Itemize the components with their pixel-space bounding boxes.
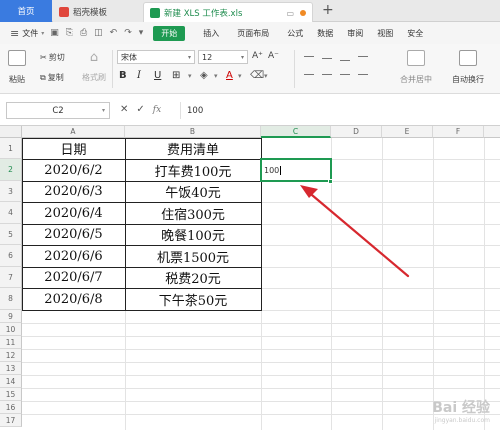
merge-center-button[interactable]: 合并居中 <box>400 50 432 85</box>
name-box-value: C2 <box>52 105 64 116</box>
menu-bar: ≡ 文件 ▾ ▣ ⎘ ⎙ ◫ ↶ ↷ ▾ 开始 插入 页面布局 公式 数据 审阅… <box>0 22 500 44</box>
print-icon[interactable]: ⎙ <box>80 28 87 38</box>
spreadsheet-grid[interactable]: A B C D E F 1 2 3 4 5 6 7 8 9 10 11 12 1… <box>0 126 500 430</box>
templates-icon <box>59 7 69 17</box>
eraser-icon[interactable]: ⌫ <box>250 70 264 81</box>
copy-label: 复制 <box>47 73 64 82</box>
preview-icon[interactable]: ◫ <box>94 28 103 38</box>
shrink-font-icon[interactable]: A⁻ <box>268 51 279 61</box>
align-center-icon[interactable] <box>322 74 332 75</box>
function-icon[interactable]: fx <box>153 105 161 115</box>
quick-access-toolbar: ▣ ⎘ ⎙ ◫ ↶ ↷ ▾ <box>50 28 143 38</box>
save-icon[interactable]: ▣ <box>50 28 59 38</box>
confirm-icon[interactable]: ✓ <box>136 104 144 115</box>
grow-font-icon[interactable]: A⁺ <box>252 51 263 61</box>
font-size-select[interactable]: 12 ▾ <box>198 50 248 64</box>
italic-button[interactable]: I <box>137 70 141 81</box>
tab-templates[interactable]: 稻壳模板 <box>53 2 143 22</box>
align-bottom-icon[interactable] <box>340 60 350 61</box>
wrap-label: 自动换行 <box>452 75 484 84</box>
align-right-icon[interactable] <box>340 74 350 75</box>
orientation-icon[interactable] <box>358 56 368 57</box>
tab-data[interactable]: 数据 <box>317 28 333 39</box>
format-painter-label: 格式刷 <box>82 73 106 82</box>
spreadsheet-icon <box>150 8 160 18</box>
divider <box>112 50 113 88</box>
chevron-down-icon[interactable]: ▾ <box>238 72 242 80</box>
watermark-logo: Bai 经验 jingyan.baidu.com <box>432 397 490 424</box>
fill-color-icon[interactable]: ◈ <box>200 70 208 81</box>
chevron-down-icon[interactable]: ▾ <box>188 72 192 80</box>
font-size-value: 12 <box>202 52 213 62</box>
tab-insert[interactable]: 插入 <box>203 28 219 39</box>
tab-page-layout[interactable]: 页面布局 <box>237 28 269 39</box>
unsaved-dot-icon <box>300 10 306 16</box>
tab-start[interactable]: 开始 <box>153 25 186 41</box>
merge-icon <box>407 50 425 66</box>
tab-security[interactable]: 安全 <box>407 28 423 39</box>
tab-document-label: 新建 XLS 工作表.xls <box>164 9 243 19</box>
copy-icon: ⧉ <box>40 72 46 82</box>
underline-button[interactable]: U <box>154 70 161 81</box>
watermark-text: Bai 经验 <box>432 400 490 416</box>
new-tab-button[interactable]: + <box>322 2 334 18</box>
ribbon-toolbar: 粘贴 ✂ 剪切 ⧉ 复制 ⌂ 格式刷 宋体 ▾ 12 ▾ A⁺ A⁻ B I U… <box>0 44 500 94</box>
bold-button[interactable]: B <box>119 70 127 81</box>
tab-bar: 首页 稻壳模板 新建 XLS 工作表.xls ▭ + <box>0 0 500 23</box>
tab-templates-label: 稻壳模板 <box>73 8 108 18</box>
font-color-icon[interactable]: A <box>226 70 233 81</box>
justify-icon[interactable] <box>358 74 368 75</box>
divider <box>294 50 295 88</box>
file-menu[interactable]: ≡ 文件 ▾ <box>10 27 44 40</box>
font-family-select[interactable]: 宋体 ▾ <box>117 50 195 64</box>
formula-bar: C2 ▾ ✕ ✓ fx 100 <box>0 94 500 126</box>
align-middle-icon[interactable] <box>322 58 332 59</box>
font-family-value: 宋体 <box>121 52 137 62</box>
tab-document[interactable]: 新建 XLS 工作表.xls ▭ <box>143 2 313 23</box>
redo-icon[interactable]: ↷ <box>124 28 132 38</box>
brush-icon: ⌂ <box>89 50 99 65</box>
chevron-down-icon: ▾ <box>240 53 244 61</box>
tab-home[interactable]: 首页 <box>0 0 52 22</box>
clipboard-icon <box>8 50 26 66</box>
scissors-icon: ✂ <box>40 53 47 62</box>
merge-label: 合并居中 <box>400 75 432 84</box>
borders-icon[interactable]: ⊞ <box>172 70 180 81</box>
cancel-icon[interactable]: ✕ <box>120 104 128 115</box>
formula-input[interactable]: 100 <box>180 102 496 119</box>
export-icon[interactable]: ⎘ <box>66 28 73 38</box>
watermark-url: jingyan.baidu.com <box>434 417 490 424</box>
align-top-icon[interactable] <box>304 56 314 57</box>
align-left-icon[interactable] <box>304 74 314 75</box>
chevron-down-icon[interactable]: ▾ <box>264 72 268 80</box>
copy-button[interactable]: ⧉ 复制 <box>40 72 64 83</box>
annotation-arrow <box>300 185 410 278</box>
monitor-icon[interactable]: ▭ <box>286 9 294 18</box>
file-menu-label: 文件 <box>22 28 39 38</box>
name-box[interactable]: C2 ▾ <box>6 102 110 119</box>
wrap-icon <box>459 50 477 66</box>
hamburger-icon: ≡ <box>10 26 20 40</box>
chevron-down-icon: ▾ <box>187 53 191 61</box>
alignment-buttons <box>300 52 384 82</box>
chevron-down-icon: ▾ <box>101 107 105 114</box>
tab-formulas[interactable]: 公式 <box>287 28 303 39</box>
tab-view[interactable]: 视图 <box>377 28 393 39</box>
chevron-down-icon[interactable]: ▾ <box>214 72 218 80</box>
more-icon[interactable]: ▾ <box>139 28 144 38</box>
paste-label: 粘贴 <box>9 75 25 84</box>
cut-button[interactable]: ✂ 剪切 <box>40 52 65 63</box>
tab-review[interactable]: 审阅 <box>347 28 363 39</box>
format-painter-button[interactable]: ⌂ 格式刷 <box>82 50 106 83</box>
undo-icon[interactable]: ↶ <box>110 28 118 38</box>
wrap-text-button[interactable]: 自动换行 <box>452 50 484 85</box>
paste-button[interactable]: 粘贴 <box>8 50 26 85</box>
chevron-down-icon: ▾ <box>41 29 45 37</box>
cut-label: 剪切 <box>48 53 65 62</box>
